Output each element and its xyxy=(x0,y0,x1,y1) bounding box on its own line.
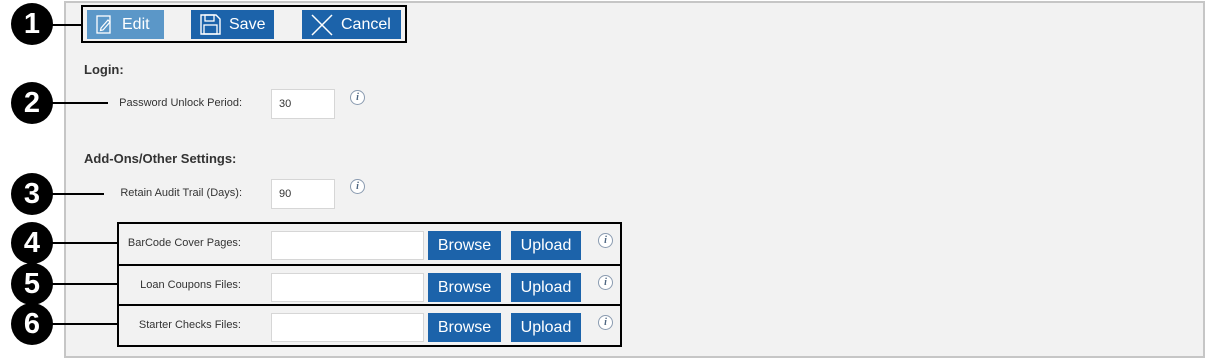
callout-marker: 1 xyxy=(11,3,53,45)
info-icon[interactable]: i xyxy=(598,275,613,290)
barcode-cover-pages-row: BarCode Cover Pages: Browse Upload i xyxy=(119,224,620,264)
save-icon xyxy=(200,14,221,35)
callout-marker: 2 xyxy=(11,82,53,124)
upload-button[interactable]: Upload xyxy=(511,231,581,260)
toolbar: Edit Save Cancel xyxy=(81,5,407,43)
browse-button[interactable]: Browse xyxy=(428,273,501,302)
callout-marker: 5 xyxy=(11,263,53,305)
info-icon[interactable]: i xyxy=(350,90,365,105)
callout-leader-line xyxy=(50,24,83,26)
loan-coupons-files-row: Loan Coupons Files: Browse Upload i xyxy=(119,264,620,304)
edit-button-label: Edit xyxy=(122,15,150,33)
callout-leader-line xyxy=(50,193,104,195)
callout-leader-line xyxy=(50,102,108,104)
starter-checks-files-label: Starter Checks Files: xyxy=(138,319,241,331)
loan-coupons-files-label: Loan Coupons Files: xyxy=(140,279,241,291)
barcode-cover-pages-label: BarCode Cover Pages: xyxy=(127,237,241,249)
info-icon[interactable]: i xyxy=(598,315,613,330)
info-icon[interactable]: i xyxy=(350,179,365,194)
callout-leader-line xyxy=(50,242,119,244)
close-icon xyxy=(311,13,333,36)
starter-checks-file-input[interactable] xyxy=(271,313,424,342)
edit-icon xyxy=(96,15,114,34)
callout-leader-line xyxy=(50,283,119,285)
addons-section-title: Add-Ons/Other Settings: xyxy=(84,151,237,166)
upload-button[interactable]: Upload xyxy=(511,273,581,302)
edit-button[interactable]: Edit xyxy=(87,10,164,39)
audit-trail-input[interactable] xyxy=(271,179,335,209)
starter-checks-files-row: Starter Checks Files: Browse Upload i xyxy=(119,304,620,344)
loan-coupons-file-input[interactable] xyxy=(271,273,424,302)
password-unlock-input[interactable] xyxy=(271,89,335,119)
callout-leader-line xyxy=(50,323,119,325)
cancel-button-label: Cancel xyxy=(341,15,391,33)
cancel-button[interactable]: Cancel xyxy=(302,10,401,39)
login-section-title: Login: xyxy=(84,62,124,77)
callout-marker: 4 xyxy=(11,222,53,264)
callout-marker: 3 xyxy=(11,173,53,215)
browse-button[interactable]: Browse xyxy=(428,231,501,260)
upload-files-group: BarCode Cover Pages: Browse Upload i Loa… xyxy=(117,222,622,347)
callout-marker: 6 xyxy=(11,303,53,345)
browse-button[interactable]: Browse xyxy=(428,313,501,342)
audit-trail-label: Retain Audit Trail (Days): xyxy=(120,187,242,199)
barcode-cover-pages-file-input[interactable] xyxy=(271,231,424,260)
save-button[interactable]: Save xyxy=(191,10,274,39)
info-icon[interactable]: i xyxy=(598,233,613,248)
upload-button[interactable]: Upload xyxy=(511,313,581,342)
save-button-label: Save xyxy=(229,15,266,33)
password-unlock-label: Password Unlock Period: xyxy=(119,97,242,109)
